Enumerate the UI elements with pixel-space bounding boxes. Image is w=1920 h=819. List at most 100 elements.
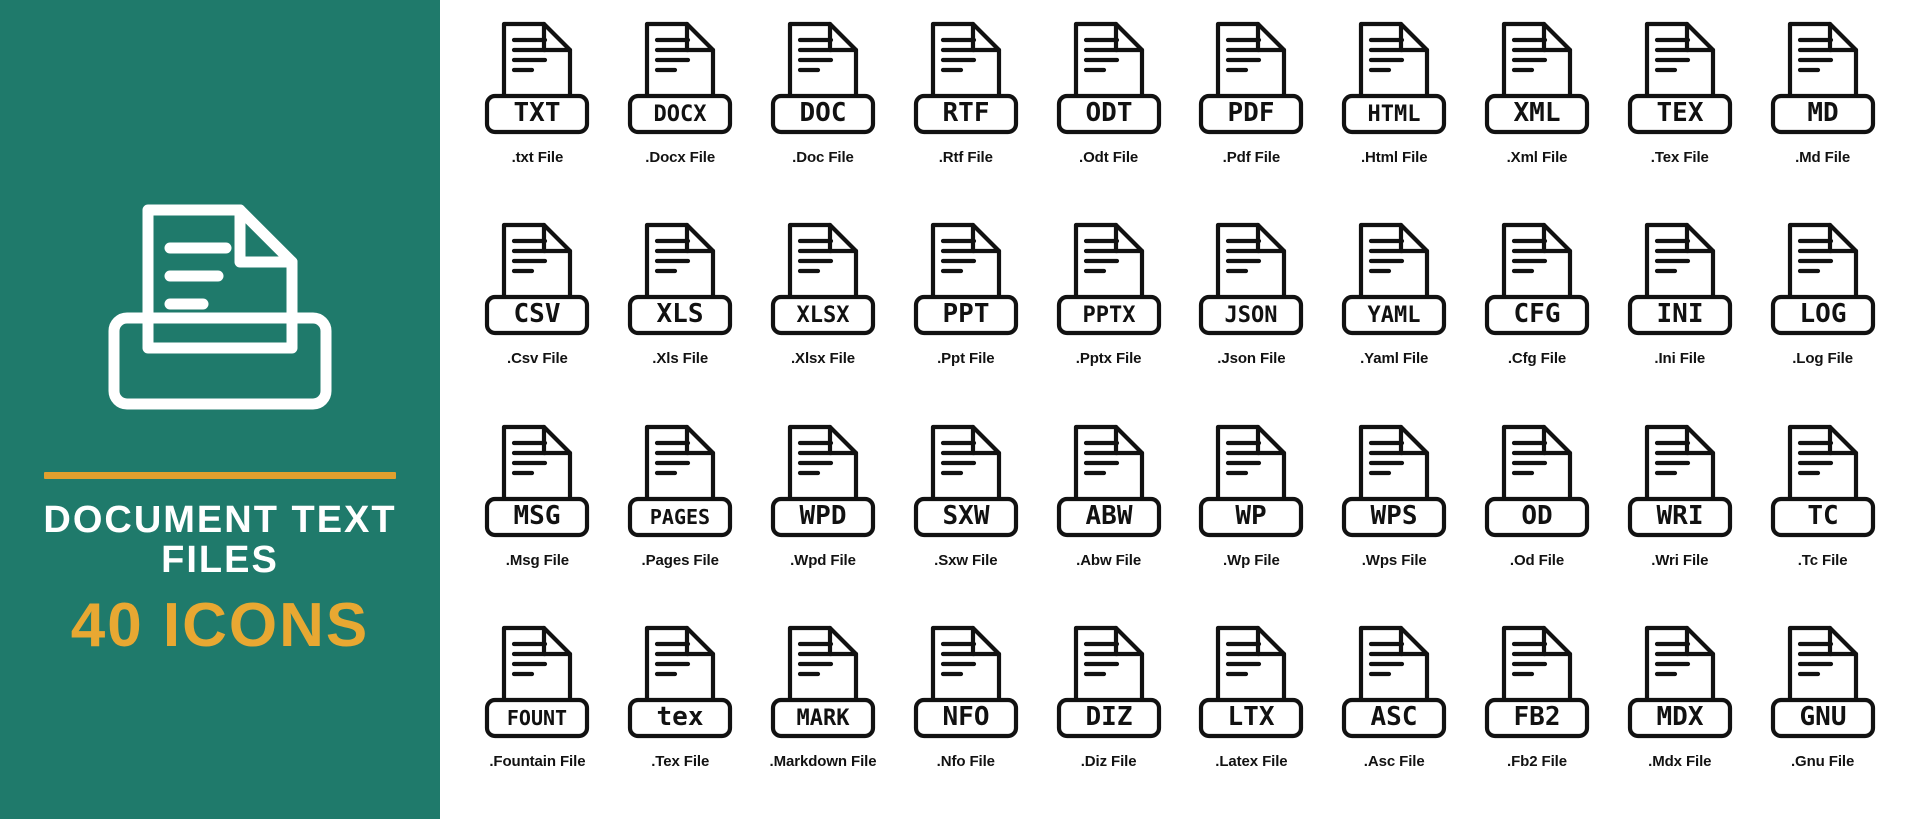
icon-badge-label: WPD	[800, 501, 847, 531]
cfg-file-icon[interactable]: CFG	[1471, 219, 1603, 341]
icon-cell[interactable]: CFG .Cfg File	[1466, 209, 1609, 410]
icon-caption: .Wps File	[1361, 551, 1427, 569]
icon-cell[interactable]: FOUNT .Fountain File	[466, 612, 609, 813]
icon-badge-label: PPT	[942, 299, 989, 329]
fountain-file-icon[interactable]: FOUNT	[471, 622, 603, 744]
icon-cell[interactable]: SXW .Sxw File	[894, 411, 1037, 612]
pages-file-icon[interactable]: PAGES	[614, 421, 746, 543]
icon-cell[interactable]: RTF .Rtf File	[894, 8, 1037, 209]
icon-badge-label: MARK	[796, 706, 850, 731]
icon-badge-label: WP	[1236, 501, 1267, 531]
icon-cell[interactable]: CSV .Csv File	[466, 209, 609, 410]
icon-caption: .Gnu File	[1790, 752, 1855, 770]
log-file-icon[interactable]: LOG	[1757, 219, 1889, 341]
tex-file-icon[interactable]: TEX	[1614, 18, 1746, 140]
icon-cell[interactable]: ODT .Odt File	[1037, 8, 1180, 209]
icon-cell[interactable]: INI .Ini File	[1608, 209, 1751, 410]
icon-cell[interactable]: DIZ .Diz File	[1037, 612, 1180, 813]
docx-file-icon[interactable]: DOCX	[614, 18, 746, 140]
icon-caption: .Od File	[1509, 551, 1565, 569]
fb2-file-icon[interactable]: FB2	[1471, 622, 1603, 744]
pdf-file-icon[interactable]: PDF	[1185, 18, 1317, 140]
icon-cell[interactable]: WRI .Wri File	[1608, 411, 1751, 612]
icon-cell[interactable]: HTML .Html File	[1323, 8, 1466, 209]
icon-badge-label: JSON	[1225, 303, 1278, 328]
xls-file-icon[interactable]: XLS	[614, 219, 746, 341]
json-file-icon[interactable]: JSON	[1185, 219, 1317, 341]
icon-cell[interactable]: XLS .Xls File	[609, 209, 752, 410]
odt-file-icon[interactable]: ODT	[1043, 18, 1175, 140]
abw-file-icon[interactable]: ABW	[1043, 421, 1175, 543]
icon-cell[interactable]: JSON .Json File	[1180, 209, 1323, 410]
icon-caption: .Yaml File	[1360, 350, 1429, 368]
icon-cell[interactable]: LOG .Log File	[1751, 209, 1894, 410]
icon-cell[interactable]: WPD .Wpd File	[752, 411, 895, 612]
icon-cell[interactable]: MD .Md File	[1751, 8, 1894, 209]
cover-content: DOCUMENT TEXT FILES 40 ICONS	[40, 162, 400, 657]
icon-caption: .Xls File	[652, 350, 709, 368]
html-file-icon[interactable]: HTML	[1328, 18, 1460, 140]
txt-file-icon[interactable]: TXT	[471, 18, 603, 140]
icon-caption: .Cfg File	[1507, 350, 1567, 368]
icon-cell[interactable]: GNU .Gnu File	[1751, 612, 1894, 813]
ppt-file-icon[interactable]: PPT	[900, 219, 1032, 341]
latex-file-icon[interactable]: LTX	[1185, 622, 1317, 744]
tc-file-icon[interactable]: TC	[1757, 421, 1889, 543]
icon-caption: .Ini File	[1654, 350, 1706, 368]
icon-cell[interactable]: TXT .txt File	[466, 8, 609, 209]
icon-cell[interactable]: ABW .Abw File	[1037, 411, 1180, 612]
icon-cell[interactable]: PAGES .Pages File	[609, 411, 752, 612]
icon-cell[interactable]: XLSX .Xlsx File	[752, 209, 895, 410]
icon-badge-label: ABW	[1085, 501, 1132, 531]
icon-caption: .Abw File	[1076, 551, 1142, 569]
icon-cell[interactable]: XML .Xml File	[1466, 8, 1609, 209]
sxw-file-icon[interactable]: SXW	[900, 421, 1032, 543]
icon-cell[interactable]: tex .Tex File	[609, 612, 752, 813]
mdx-file-icon[interactable]: MDX	[1614, 622, 1746, 744]
wri-file-icon[interactable]: WRI	[1614, 421, 1746, 543]
icon-cell[interactable]: MARK .Markdown File	[752, 612, 895, 813]
nfo-file-icon[interactable]: NFO	[900, 622, 1032, 744]
md-file-icon[interactable]: MD	[1757, 18, 1889, 140]
csv-file-icon[interactable]: CSV	[471, 219, 603, 341]
icon-cell[interactable]: PPTX .Pptx File	[1037, 209, 1180, 410]
icon-badge-label: LOG	[1799, 299, 1846, 329]
od-file-icon[interactable]: OD	[1471, 421, 1603, 543]
document-text-file-icon	[70, 162, 370, 462]
msg-file-icon[interactable]: MSG	[471, 421, 603, 543]
rtf-file-icon[interactable]: RTF	[900, 18, 1032, 140]
markdown-file-icon[interactable]: MARK	[757, 622, 889, 744]
icon-cell[interactable]: WPS .Wps File	[1323, 411, 1466, 612]
wp-file-icon[interactable]: WP	[1185, 421, 1317, 543]
doc-file-icon[interactable]: DOC	[757, 18, 889, 140]
icon-cell[interactable]: ASC .Asc File	[1323, 612, 1466, 813]
wpd-file-icon[interactable]: WPD	[757, 421, 889, 543]
icon-cell[interactable]: DOCX .Docx File	[609, 8, 752, 209]
xml-file-icon[interactable]: XML	[1471, 18, 1603, 140]
yaml-file-icon[interactable]: YAML	[1328, 219, 1460, 341]
icon-cell[interactable]: MDX .Mdx File	[1608, 612, 1751, 813]
icon-cell[interactable]: PDF .Pdf File	[1180, 8, 1323, 209]
gnu-file-icon[interactable]: GNU	[1757, 622, 1889, 744]
asc-file-icon[interactable]: ASC	[1328, 622, 1460, 744]
icon-cell[interactable]: TEX .Tex File	[1608, 8, 1751, 209]
icon-cell[interactable]: NFO .Nfo File	[894, 612, 1037, 813]
icon-caption: .Tex File	[1650, 149, 1709, 166]
tex-lower-file-icon[interactable]: tex	[614, 622, 746, 744]
xlsx-file-icon[interactable]: XLSX	[757, 219, 889, 341]
icon-cell[interactable]: YAML .Yaml File	[1323, 209, 1466, 410]
icon-cell[interactable]: LTX .Latex File	[1180, 612, 1323, 813]
icon-cell[interactable]: DOC .Doc File	[752, 8, 895, 209]
diz-file-icon[interactable]: DIZ	[1043, 622, 1175, 744]
ini-file-icon[interactable]: INI	[1614, 219, 1746, 341]
icon-cell[interactable]: WP .Wp File	[1180, 411, 1323, 612]
cover-panel: DOCUMENT TEXT FILES 40 ICONS	[0, 0, 440, 819]
icon-badge-label: TC	[1807, 501, 1838, 531]
icon-cell[interactable]: FB2 .Fb2 File	[1466, 612, 1609, 813]
wps-file-icon[interactable]: WPS	[1328, 421, 1460, 543]
icon-cell[interactable]: MSG .Msg File	[466, 411, 609, 612]
icon-cell[interactable]: PPT .Ppt File	[894, 209, 1037, 410]
icon-cell[interactable]: TC .Tc File	[1751, 411, 1894, 612]
icon-cell[interactable]: OD .Od File	[1466, 411, 1609, 612]
pptx-file-icon[interactable]: PPTX	[1043, 219, 1175, 341]
